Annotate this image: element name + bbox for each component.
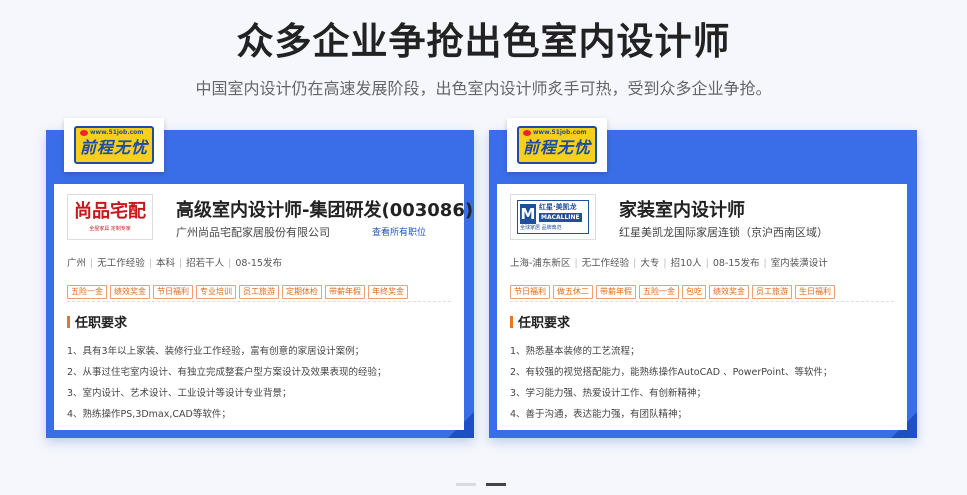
- job-meta: 上海-浦东新区 | 无工作经验 | 大专 | 招10人 | 08-15发布 | 室内装潢设计: [510, 258, 828, 269]
- benefit-tag: 生日福利: [795, 285, 835, 299]
- requirements-heading-text: 任职要求: [518, 316, 571, 331]
- company-name[interactable]: 广州尚品宅配家居股份有限公司: [176, 225, 330, 241]
- divider: [67, 301, 451, 302]
- benefit-tag: 五险一金: [67, 285, 107, 299]
- requirement-item: 4、熟练操作PS,3Dmax,CAD等软件；: [67, 409, 231, 420]
- requirement-item: 2、从事过住宅室内设计、有独立完成整套户型方案设计及效果表现的经验；: [67, 367, 387, 378]
- job-card-1[interactable]: www.51job.com 前程无忧 尚品宅配 全屋家具 定制专家 高级室内设计…: [46, 118, 474, 438]
- benefit-tags: 节日福利 做五休二 带薪年假 五险一金 包吃 绩效奖金 员工旅游 生日福利: [510, 279, 838, 299]
- brand-name: 前程无忧: [80, 138, 149, 157]
- benefit-tag: 节日福利: [510, 285, 550, 299]
- brand-logo: www.51job.com 前程无忧: [517, 126, 597, 164]
- benefit-tag: 绩效奖金: [709, 285, 749, 299]
- view-all-jobs-link[interactable]: 查看所有职位: [372, 226, 426, 240]
- requirement-item: 3、学习能力强、热爱设计工作、有创新精神；: [510, 388, 707, 399]
- benefit-tag: 节日福利: [153, 285, 193, 299]
- brand-url: www.51job.com: [90, 129, 144, 136]
- page-title: 众多企业争抢出色室内设计师: [236, 20, 731, 63]
- macalline-slogan: 全球家居 品牌典范: [520, 225, 562, 231]
- accent-bar: [510, 316, 513, 328]
- brand-swoosh-icon: [80, 130, 88, 136]
- job-meta: 广州 | 无工作经验 | 本科 | 招若干人 | 08-15发布: [67, 258, 282, 269]
- company-name[interactable]: 红星美凯龙国际家居连锁（京沪西南区域）: [619, 225, 828, 241]
- pager-dot-2-active[interactable]: [486, 483, 506, 486]
- macalline-m-mark: M: [520, 204, 536, 224]
- job-title[interactable]: 高级室内设计师-集团研发(003086): [176, 198, 473, 224]
- company-logo-text: 尚品宅配: [74, 201, 146, 222]
- brand-swoosh-icon: [523, 130, 531, 136]
- benefit-tag: 专业培训: [196, 285, 236, 299]
- benefit-tag: 五险一金: [639, 285, 679, 299]
- requirement-item: 1、具有3年以上家装、装修行业工作经验，富有创意的家居设计案例；: [67, 346, 365, 357]
- meta-date: 08-15发布: [712, 258, 760, 269]
- requirement-item: 4、善于沟通，表达能力强，有团队精神；: [510, 409, 688, 420]
- card-body: M 红星·美凯龙 MACALLINE 全球家居 品牌典范 家装室内设计师 红星美…: [497, 184, 907, 430]
- meta-headcount: 招若干人: [186, 258, 225, 269]
- macalline-cn: 红星·美凯龙: [539, 203, 577, 211]
- requirements-list: 1、具有3年以上家装、装修行业工作经验，富有创意的家居设计案例； 2、从事过住宅…: [67, 341, 387, 425]
- meta-category: 室内装潢设计: [770, 258, 828, 269]
- divider: [510, 301, 894, 302]
- requirement-item: 3、室内设计、艺术设计、工业设计等设计专业背景；: [67, 388, 292, 399]
- meta-experience: 无工作经验: [581, 258, 630, 269]
- benefit-tag: 绩效奖金: [110, 285, 150, 299]
- brand-name: 前程无忧: [523, 138, 592, 157]
- company-logo[interactable]: 尚品宅配 全屋家具 定制专家: [67, 194, 153, 240]
- requirement-item: 2、有较强的视觉搭配能力，能熟练操作AutoCAD 、PowerPoint、等软…: [510, 367, 833, 378]
- benefit-tag: 年终奖金: [368, 285, 408, 299]
- pager-dot-1[interactable]: [456, 483, 476, 486]
- brand-tag: www.51job.com 前程无忧: [507, 118, 607, 172]
- company-logo-sub: 全屋家具 定制专家: [89, 226, 131, 232]
- accent-bar: [67, 316, 70, 328]
- job-title[interactable]: 家装室内设计师: [619, 198, 745, 224]
- meta-location: 上海-浦东新区: [510, 258, 571, 269]
- requirements-list: 1、熟悉基本装修的工艺流程； 2、有较强的视觉搭配能力，能熟练操作AutoCAD…: [510, 341, 832, 425]
- job-card-2[interactable]: www.51job.com 前程无忧 M 红星·美凯龙 MACALLINE 全球…: [489, 118, 917, 438]
- benefit-tags: 五险一金 绩效奖金 节日福利 专业培训 员工旅游 定期体检 带薪年假 年终奖金: [67, 279, 411, 299]
- benefit-tag: 做五休二: [553, 285, 593, 299]
- benefit-tag: 定期体检: [282, 285, 322, 299]
- card-body: 尚品宅配 全屋家具 定制专家 高级室内设计师-集团研发(003086) 广州尚品…: [54, 184, 473, 430]
- requirement-item: 1、熟悉基本装修的工艺流程；: [510, 346, 640, 357]
- brand-logo: www.51job.com 前程无忧: [74, 126, 154, 164]
- benefit-tag: 带薪年假: [325, 285, 365, 299]
- meta-experience: 无工作经验: [97, 258, 145, 269]
- meta-location: 广州: [67, 258, 87, 269]
- meta-education: 本科: [155, 258, 175, 269]
- requirements-heading: 任职要求: [67, 315, 127, 333]
- meta-headcount: 招10人: [670, 258, 702, 269]
- meta-education: 大专: [640, 258, 660, 269]
- macalline-en: MACALLINE: [539, 213, 582, 222]
- brand-url: www.51job.com: [533, 129, 587, 136]
- requirements-heading-text: 任职要求: [75, 316, 128, 331]
- benefit-tag: 包吃: [682, 285, 706, 299]
- benefit-tag: 带薪年假: [596, 285, 636, 299]
- page-subtitle: 中国室内设计仍在高速发展阶段，出色室内设计师炙手可热，受到众多企业争抢。: [195, 79, 772, 98]
- brand-tag: www.51job.com 前程无忧: [64, 118, 164, 172]
- meta-date: 08-15发布: [235, 258, 282, 269]
- benefit-tag: 员工旅游: [752, 285, 792, 299]
- macalline-logo: M 红星·美凯龙 MACALLINE 全球家居 品牌典范: [517, 200, 589, 234]
- company-logo[interactable]: M 红星·美凯龙 MACALLINE 全球家居 品牌典范: [510, 194, 596, 240]
- benefit-tag: 员工旅游: [239, 285, 279, 299]
- requirements-heading: 任职要求: [510, 315, 570, 333]
